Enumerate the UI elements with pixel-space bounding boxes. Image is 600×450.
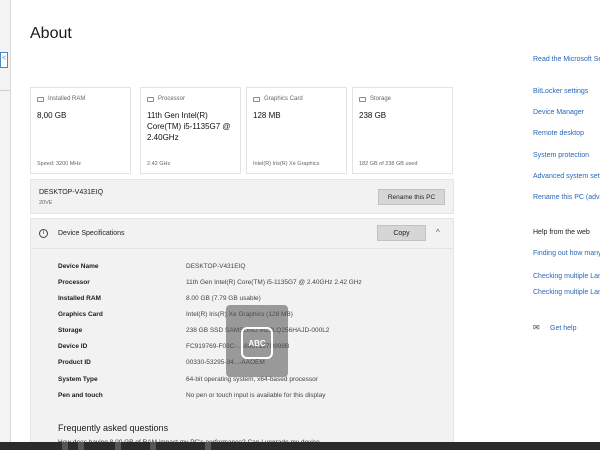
- processor-icon: [147, 96, 154, 102]
- ram-icon: [37, 96, 44, 102]
- link-device-manager[interactable]: Device Manager: [533, 108, 584, 117]
- spec-value: 11th Gen Intel(R) Core(TM) i5-1135G7 @ 2…: [186, 279, 362, 286]
- link-system-protection[interactable]: System protection: [533, 151, 589, 160]
- spec-value: 8.00 GB (7.79 GB usable): [186, 295, 261, 302]
- storage-icon: [359, 96, 366, 102]
- card-sub: 182 GB of 238 GB used: [359, 161, 418, 167]
- help-link-cores[interactable]: Finding out how many cores my processor …: [533, 249, 600, 258]
- screen-capture-overlay: ABC: [226, 305, 288, 377]
- left-navigation-strip: <: [0, 0, 11, 450]
- get-help-icon: ✉: [533, 323, 540, 332]
- spec-row-system-type: System Type 64-bit operating system, x64-…: [58, 376, 318, 383]
- overlay-text: ABC: [248, 339, 266, 348]
- nav-divider: [0, 90, 11, 91]
- link-advanced-system-settings[interactable]: Advanced system settings: [533, 172, 600, 181]
- chevron-up-icon[interactable]: ^: [436, 228, 440, 237]
- spec-row-installed-ram: Installed RAM 8.00 GB (7.79 GB usable): [58, 295, 261, 302]
- spec-value: 64-bit operating system, x64-based proce…: [186, 376, 318, 383]
- spec-value: DESKTOP-V431EIQ: [186, 263, 246, 270]
- device-name-bar: DESKTOP-V431EIQ 20VE Rename this PC: [30, 179, 454, 214]
- get-help-link[interactable]: Get help: [550, 324, 576, 333]
- nav-selected-item[interactable]: <: [0, 52, 8, 68]
- device-model: 20VE: [39, 200, 53, 206]
- copy-button[interactable]: Copy: [377, 225, 426, 241]
- page-title: About: [30, 25, 72, 42]
- card-sub: 2.42 GHz: [147, 161, 171, 167]
- spec-key: Device ID: [58, 343, 88, 350]
- card-label: Storage: [370, 96, 392, 102]
- spec-row-storage: Storage238 GB SSD SAMSUNG MZ9LQ256HAJD-0…: [58, 327, 329, 334]
- card-label: Processor: [158, 96, 186, 102]
- spec-key: Pen and touch: [58, 392, 103, 399]
- taskbar: [0, 442, 600, 450]
- card-graphics: Graphics Card 128 MB Intel(R) Iris(R) Xe…: [246, 87, 347, 174]
- rename-pc-button[interactable]: Rename this PC: [378, 189, 445, 205]
- card-value: 11th Gen Intel(R) Core(TM) i5-1135G7 @ 2…: [147, 111, 231, 142]
- spec-key: Installed RAM: [58, 295, 101, 302]
- spec-key: Graphics Card: [58, 311, 103, 318]
- card-storage: Storage 238 GB 182 GB of 238 GB used: [352, 87, 453, 174]
- specifications-header[interactable]: i Device Specifications Copy ^: [31, 219, 453, 249]
- device-name: DESKTOP-V431EIQ: [39, 189, 104, 196]
- link-services-agreement[interactable]: Read the Microsoft Services Agreement Te…: [533, 55, 600, 64]
- taskbar-icon[interactable]: [78, 442, 84, 450]
- faq-title: Frequently asked questions: [58, 423, 169, 433]
- card-value: 8,00 GB: [37, 111, 67, 120]
- card-processor: Processor 11th Gen Intel(R) Core(TM) i5-…: [140, 87, 241, 174]
- specifications-title: Device Specifications: [58, 230, 125, 237]
- spec-key: Device Name: [58, 263, 99, 270]
- help-link-languages-support[interactable]: Checking multiple Languages support: [533, 288, 600, 297]
- card-installed-ram: Installed RAM 8,00 GB Speed: 3200 MHz: [30, 87, 131, 174]
- spec-row-pen-touch: Pen and touch No pen or touch input is av…: [58, 392, 325, 399]
- help-from-web-heading: Help from the web: [533, 229, 590, 236]
- taskbar-icon[interactable]: [62, 442, 68, 450]
- help-link-languages[interactable]: Checking multiple Languages: [533, 272, 600, 281]
- info-icon: i: [39, 229, 48, 238]
- card-label: Installed RAM: [48, 96, 86, 102]
- spec-row-processor: Processor 11th Gen Intel(R) Core(TM) i5-1…: [58, 279, 362, 286]
- card-value: 128 MB: [253, 111, 281, 120]
- spec-key: System Type: [58, 376, 98, 383]
- nav-selected-glyph: <: [2, 55, 7, 62]
- link-bitlocker[interactable]: BitLocker settings: [533, 87, 588, 96]
- link-remote-desktop[interactable]: Remote desktop: [533, 129, 584, 138]
- related-settings-panel: Read the Microsoft Services Agreement Te…: [533, 0, 600, 450]
- taskbar-icon[interactable]: [205, 442, 211, 450]
- link-rename-pc-advanced[interactable]: Rename this PC (advanced): [533, 193, 600, 202]
- taskbar-icon[interactable]: [150, 442, 156, 450]
- spec-key: Storage: [58, 327, 83, 334]
- spec-key: Product ID: [58, 359, 91, 366]
- spec-value: No pen or touch input is available for t…: [186, 392, 326, 399]
- spec-row-device-name: Device Name DESKTOP-V431EIQ: [58, 263, 246, 270]
- spec-key: Processor: [58, 279, 90, 286]
- card-value: 238 GB: [359, 111, 387, 120]
- taskbar-icon[interactable]: [115, 442, 121, 450]
- card-sub: Speed: 3200 MHz: [37, 161, 82, 167]
- graphics-card-icon: [253, 96, 260, 102]
- card-sub: Intel(R) Iris(R) Xe Graphics: [253, 161, 320, 167]
- card-label: Graphics Card: [264, 96, 303, 102]
